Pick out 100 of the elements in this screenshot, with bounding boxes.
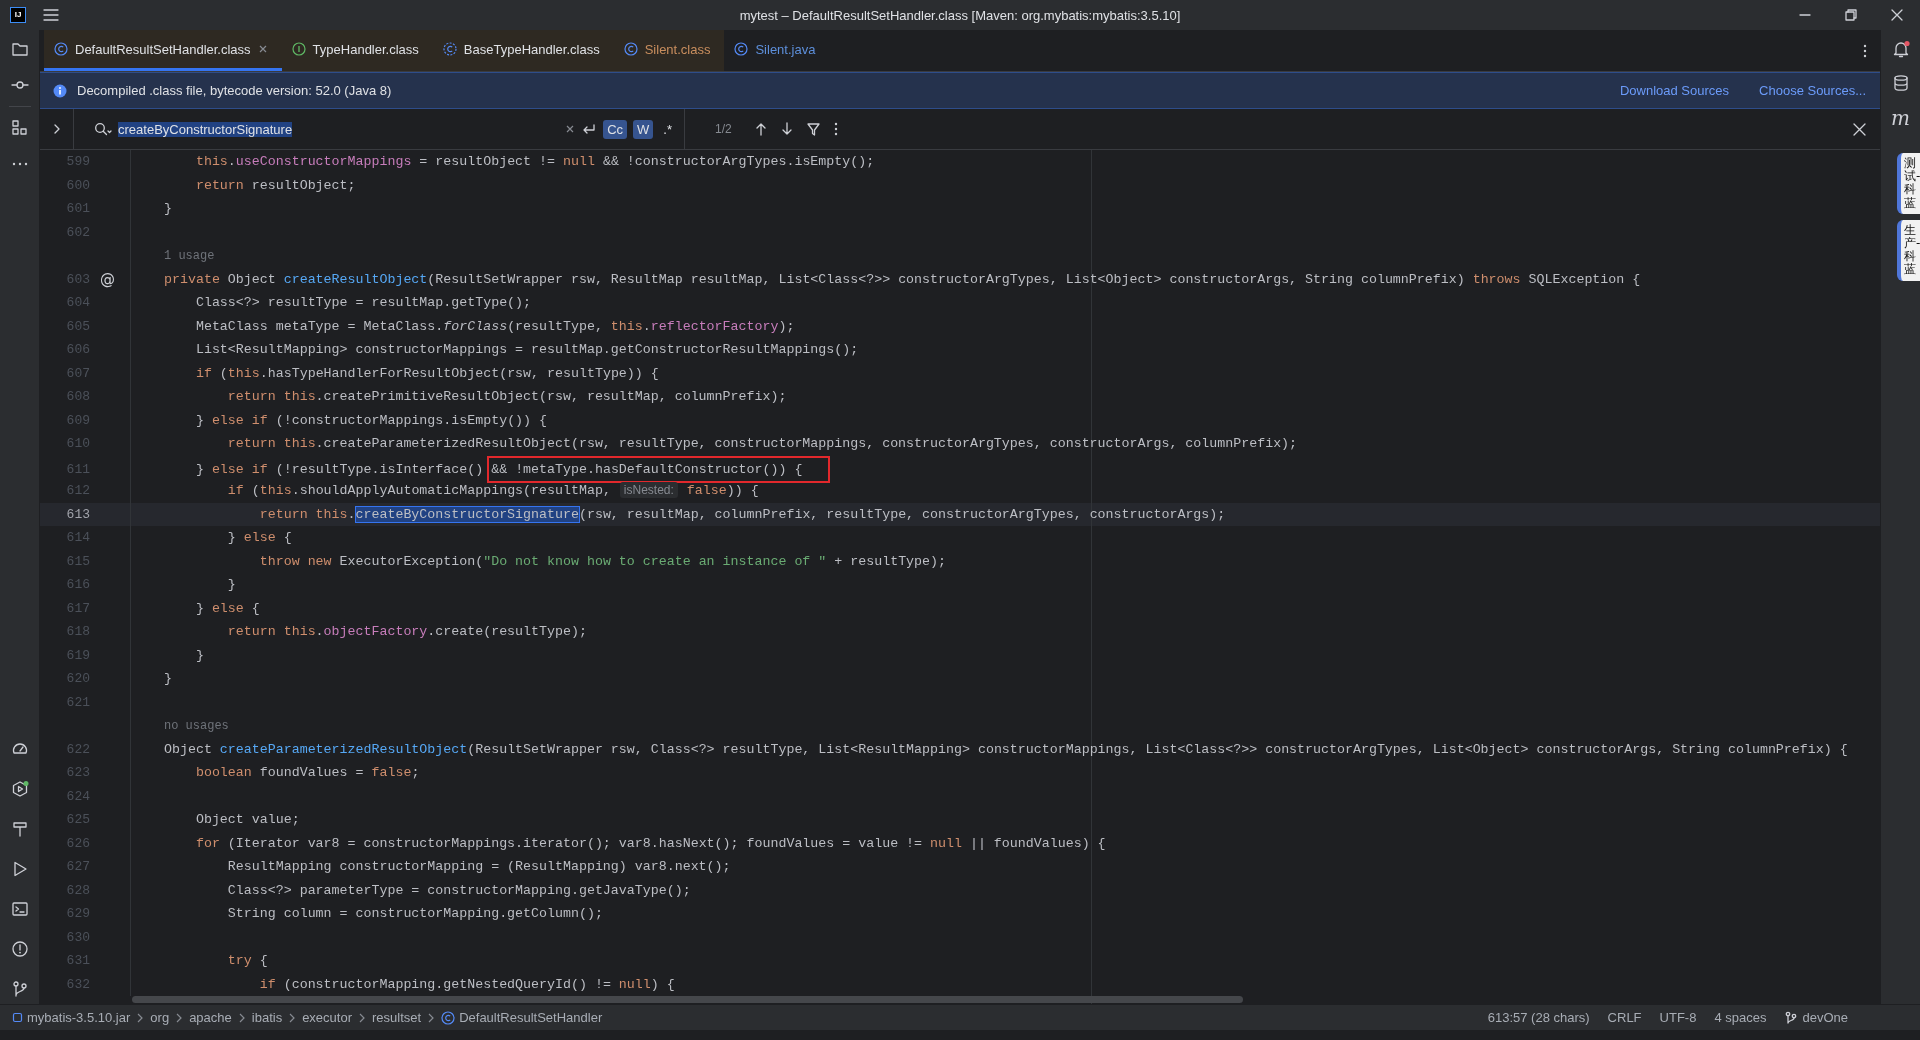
breadcrumb[interactable]: executor [302, 1010, 352, 1025]
editor-tab[interactable]: BaseTypeHandler.class [432, 30, 614, 71]
git-branch[interactable]: devOne [1784, 1010, 1848, 1025]
folder-icon[interactable] [10, 40, 29, 58]
code-line: } else if (!constructorMappings.isEmpty()) { [194, 412, 548, 428]
class-icon [54, 42, 68, 56]
environment-tag[interactable]: 测试-科蓝 [1897, 153, 1920, 214]
gutter-marker[interactable]: @ [100, 270, 115, 289]
maven-button[interactable]: m [1891, 108, 1910, 128]
code-line: Class<?> parameterType = constructorMapping.getJavaType(); [226, 882, 691, 898]
menu-icon[interactable] [42, 6, 60, 24]
close-search-icon[interactable] [1853, 122, 1866, 136]
code-line: } [164, 201, 172, 217]
abstract-class-icon [442, 42, 457, 56]
breadcrumb[interactable]: DefaultResultSetHandler [441, 1010, 603, 1025]
class-icon [734, 42, 749, 56]
branch-icon [1784, 1010, 1799, 1025]
module-icon [12, 1012, 23, 1023]
info-icon [53, 83, 67, 98]
breadcrumb[interactable]: mybatis-3.5.10.jar [12, 1010, 131, 1025]
code-line: List<ResultMapping> constructorMappings = resultMap.getConstructorResultMappings(); [194, 342, 859, 358]
database-icon[interactable] [1891, 74, 1910, 92]
code-line: private Object createResultObject(ResultSetWrapper rsw, ResultMap resultMap, List<Class<?>> constructorArgTypes, List<Object> constructorArgs, String columnPrefix) throws SQLException { [164, 271, 1641, 287]
search-option-toggle[interactable]: W [633, 119, 654, 139]
code-line: if (constructorMapping.getNestedQueryId() != null) { [258, 976, 675, 992]
code-line: return this.createPrimitiveResultObject(rsw, resultMap, columnPrefix); [226, 389, 787, 405]
code-line: } [226, 577, 236, 593]
editor-tab[interactable]: TypeHandler.class [281, 30, 433, 71]
restore-icon[interactable] [1845, 9, 1857, 21]
code-line: return this.objectFactory.create(resultType); [226, 624, 587, 640]
close-icon[interactable] [1891, 9, 1903, 21]
more-icon[interactable] [1862, 43, 1868, 58]
code-line: ResultMapping constructorMapping = (ResultMapping) var8.next(); [226, 859, 731, 875]
caret-position[interactable]: 613:57 (28 chars) [1487, 1010, 1590, 1025]
code-line: throw new ExecutorException("Do not know how to create an instance of " + resultType); [258, 553, 946, 569]
chevron-icon [136, 1011, 145, 1024]
code-line: Object value; [194, 812, 300, 828]
code-line: MetaClass metaType = MetaClass.forClass(resultType, this.reflectorFactory); [194, 318, 795, 334]
usage-hint[interactable]: no usages [164, 718, 229, 733]
search-icon[interactable] [94, 122, 112, 136]
line-number: 613 [65, 506, 90, 522]
breadcrumb[interactable]: resultset [372, 1010, 422, 1025]
class-icon [441, 1010, 456, 1025]
code-line: return this.createByConstructorSignature(rsw, resultMap, columnPrefix, resultType, constructorArgTypes, constructorArgs); [258, 506, 1226, 522]
chevron-icon [237, 1011, 246, 1024]
structure-icon[interactable] [10, 119, 29, 137]
line-separator[interactable]: CRLF [1607, 1010, 1642, 1025]
search-option-toggle[interactable]: Cc [603, 119, 628, 139]
code-line: Class<?> resultType = resultMap.getType(); [194, 295, 532, 311]
chevron-icon [358, 1011, 366, 1024]
chevron-icon [175, 1011, 184, 1024]
code-line: return this.createParameterizedResultObject(rsw, resultType, constructorMappings, constructorArgTypes, constructorArgs, columnPrefix); [226, 436, 1298, 452]
usage-hint[interactable]: 1 usage [164, 248, 215, 263]
notification-bell-icon[interactable] [1891, 40, 1910, 58]
interface-icon [291, 42, 306, 56]
code-line: } else { [226, 530, 292, 546]
editor-tab[interactable]: Silent.class [613, 30, 725, 71]
hammer-icon[interactable] [10, 820, 29, 838]
chevron-icon [288, 1011, 297, 1024]
terminal-icon[interactable] [10, 900, 29, 918]
banner-link[interactable]: Choose Sources... [1759, 83, 1866, 98]
breadcrumb[interactable]: apache [189, 1010, 232, 1025]
banner-link[interactable]: Download Sources [1619, 83, 1730, 98]
app-logo[interactable]: IJ [10, 7, 26, 23]
code-line: } else { [194, 600, 260, 616]
code-line: Object createParameterizedResultObject(ResultSetWrapper rsw, Class<?> resultType, List<ResultMapping> constructorMappings, List<Class<?>> constructorArgTypes, List<Object> constructorArgs, String columnPrefix) { [164, 741, 1848, 757]
code-line: if (this.hasTypeHandlerForResultObject(rsw, resultType)) { [194, 365, 659, 381]
services-icon[interactable] [10, 780, 29, 798]
file-encoding[interactable]: UTF-8 [1659, 1010, 1697, 1025]
problems-icon[interactable] [10, 940, 29, 958]
code-line: } else if (!resultType.isInterface() [194, 461, 485, 477]
banner-message: Decompiled .class file, bytecode version: 52.0 (Java 8) [77, 83, 392, 98]
code-line: String column = constructorMapping.getColumn(); [226, 906, 603, 922]
newline-icon[interactable] [581, 123, 598, 135]
more-icon[interactable] [832, 122, 839, 136]
code-line: } [194, 647, 204, 663]
match-count: 1/2 [715, 122, 732, 136]
horizontal-scrollbar[interactable] [132, 996, 1243, 1003]
filter-icon[interactable] [805, 122, 821, 136]
close-tab-icon[interactable] [257, 44, 268, 54]
environment-tag[interactable]: 生产-科蓝 [1897, 219, 1920, 281]
search-field[interactable]: createByConstructorSignature [118, 121, 560, 137]
annotated-code: && !metaType.hasDefaultConstructor()) { [487, 455, 831, 483]
code-line: this.useConstructorMappings = resultObject != null && !constructorArgTypes.isEmpty(); [194, 154, 875, 170]
breadcrumb[interactable]: ibatis [251, 1010, 283, 1025]
class-icon [623, 42, 638, 56]
code-line: if (this.shouldApplyAutomaticMappings(resultMap, isNested: false)) { [226, 483, 759, 499]
search-option-toggle[interactable]: .* [659, 119, 676, 139]
window-title: mytest – DefaultResultSetHandler.class [Maven: org.mybatis:mybatis:3.5.10] [739, 7, 1181, 23]
clear-icon[interactable] [565, 124, 576, 134]
branch-icon[interactable] [10, 980, 29, 998]
editor-tab[interactable]: DefaultResultSetHandler.class [44, 30, 282, 71]
code-line: try { [226, 953, 268, 969]
code-line: boolean foundValues = false; [194, 765, 420, 781]
code-line: } [164, 671, 172, 687]
code-line: for (Iterator var8 = constructorMappings.iterator(); var8.hasNext(); foundValues = value != null || foundValues) { [194, 835, 1106, 851]
indent-setting[interactable]: 4 spaces [1714, 1010, 1767, 1025]
breadcrumb[interactable]: org [150, 1010, 170, 1025]
chevron-icon [427, 1011, 436, 1024]
code-line: return resultObject; [194, 177, 356, 193]
